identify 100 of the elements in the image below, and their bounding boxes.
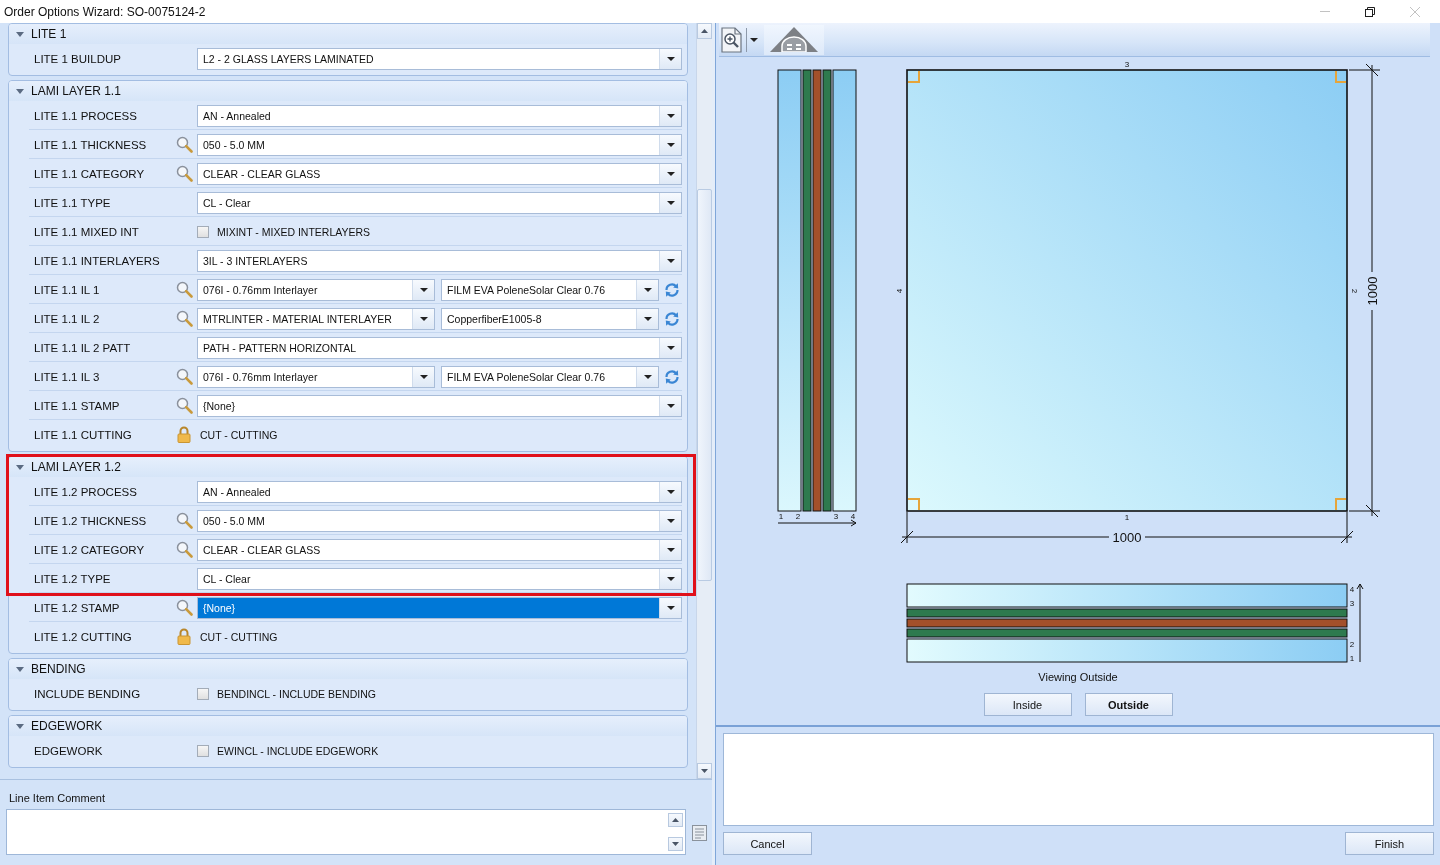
field-label: EDGEWORK: [33, 744, 104, 757]
dropdown[interactable]: AN - Annealed: [197, 104, 682, 127]
scroll-up-button[interactable]: [697, 23, 712, 39]
corner-bracket-icon: [1335, 498, 1347, 511]
dropdown[interactable]: AN - Annealed: [197, 480, 682, 503]
corner-bracket-icon: [1335, 70, 1347, 83]
dropdown[interactable]: 050 - 5.0 MM: [197, 133, 682, 156]
minimize-icon: [1319, 11, 1330, 12]
expand-triangle-icon[interactable]: [16, 88, 24, 94]
field-label: LITE 1.1 CATEGORY: [33, 167, 146, 180]
dropdown[interactable]: CLEAR - CLEAR GLASS: [197, 538, 682, 561]
expand-triangle-icon[interactable]: [16, 31, 24, 37]
surface-label: 1: [1349, 654, 1355, 663]
caret-down-icon: [666, 518, 675, 523]
field-label: LITE 1.2 CUTTING: [33, 630, 133, 643]
field-label: LITE 1.1 IL 1: [33, 283, 101, 296]
caret-down-icon: [643, 287, 652, 292]
scroll-down-button[interactable]: [668, 837, 683, 851]
restore-icon: [1364, 6, 1375, 17]
notes-box[interactable]: [723, 733, 1434, 826]
comment-field[interactable]: [6, 809, 686, 855]
scroll-up-button[interactable]: [668, 813, 683, 827]
group-title: LAMI LAYER 1.1: [31, 84, 121, 98]
close-icon: [1409, 6, 1420, 17]
field-label: LITE 1.1 THICKNESS: [33, 138, 148, 151]
refresh-icon[interactable]: [664, 368, 680, 385]
window-title: Order Options Wizard: SO-0075124-2: [3, 4, 206, 19]
dropdown[interactable]: CL - Clear: [197, 567, 682, 590]
expand-triangle-icon[interactable]: [16, 666, 24, 672]
dropdown[interactable]: PATH - PATTERN HORIZONTAL: [197, 336, 682, 359]
checkbox[interactable]: [197, 225, 209, 238]
search-icon[interactable]: [176, 281, 193, 298]
field-label: LITE 1.1 CUTTING: [33, 428, 133, 441]
group-title: EDGEWORK: [31, 719, 103, 733]
search-icon[interactable]: [176, 310, 193, 327]
caret-down-icon: [666, 576, 675, 581]
caret-down-icon: [666, 56, 675, 61]
field-label: LITE 1 BUILDUP: [33, 52, 122, 65]
view-mode-button[interactable]: [764, 24, 824, 55]
checkbox-label: BENDINCL - INCLUDE BENDING: [217, 687, 376, 700]
dropdown[interactable]: 076I - 0.76mm Interlayer: [197, 365, 435, 388]
search-icon[interactable]: [176, 512, 193, 529]
search-icon[interactable]: [176, 368, 193, 385]
dropdown[interactable]: {None}: [197, 394, 682, 417]
scroll-down-button[interactable]: [697, 763, 712, 779]
expand-triangle-icon[interactable]: [16, 723, 24, 729]
view-toggle-button[interactable]: Inside: [983, 693, 1072, 716]
checkbox-label: MIXINT - MIXED INTERLAYERS: [217, 225, 371, 238]
expand-triangle-icon[interactable]: [16, 464, 24, 470]
field-label: LITE 1.2 TYPE: [33, 572, 112, 585]
caret-down-icon: [643, 374, 652, 379]
footer-button[interactable]: Finish: [1345, 832, 1434, 855]
caret-down-icon: [643, 316, 652, 321]
dropdown[interactable]: CopperfiberE1005-8: [441, 307, 659, 330]
search-icon[interactable]: [176, 165, 193, 182]
refresh-icon[interactable]: [664, 281, 680, 298]
checkbox[interactable]: [197, 687, 209, 700]
dropdown[interactable]: FILM EVA PoleneSolar Clear 0.76: [441, 365, 659, 388]
search-icon[interactable]: [176, 541, 193, 558]
field-label: LITE 1.2 PROCESS: [33, 485, 138, 498]
document-lines-icon[interactable]: [692, 825, 707, 841]
dropdown[interactable]: {None}: [197, 596, 682, 619]
dropdown[interactable]: 050 - 5.0 MM: [197, 509, 682, 532]
group-title: LAMI LAYER 1.2: [31, 460, 121, 474]
zoom-button[interactable]: [719, 25, 758, 54]
caret-down-icon: [419, 374, 428, 379]
search-icon[interactable]: [176, 136, 193, 153]
dropdown[interactable]: L2 - 2 GLASS LAYERS LAMINATED: [197, 47, 682, 70]
dropdown[interactable]: CLEAR - CLEAR GLASS: [197, 162, 682, 185]
scrollbar[interactable]: [696, 23, 712, 779]
footer-button[interactable]: Cancel: [723, 832, 812, 855]
refresh-icon[interactable]: [664, 310, 680, 327]
search-icon[interactable]: [176, 599, 193, 616]
field-label: INCLUDE BENDING: [33, 687, 142, 700]
dropdown[interactable]: CL - Clear: [197, 191, 682, 214]
caret-down-icon: [666, 258, 675, 263]
field-label: LITE 1.2 THICKNESS: [33, 514, 148, 527]
field-value: CUT - CUTTING: [200, 630, 278, 643]
dropdown[interactable]: 3IL - 3 INTERLAYERS: [197, 249, 682, 272]
group-header[interactable]: LAMI LAYER 1.2: [9, 457, 687, 477]
view-toggle-button[interactable]: Outside: [1084, 693, 1173, 716]
group-header[interactable]: BENDING: [9, 659, 687, 679]
surface-label: 2: [1349, 640, 1355, 649]
caret-down-icon: [666, 171, 675, 176]
padlock-icon: [177, 426, 191, 443]
group-header[interactable]: LAMI LAYER 1.1: [9, 81, 687, 101]
edge-label: 3: [1124, 60, 1130, 69]
scroll-thumb[interactable]: [697, 189, 712, 581]
search-icon[interactable]: [176, 397, 193, 414]
dropdown[interactable]: 076I - 0.76mm Interlayer: [197, 278, 435, 301]
dropdown[interactable]: MTRLINTER - MATERIAL INTERLAYER: [197, 307, 435, 330]
edge-label: 1: [1124, 513, 1130, 522]
checkbox[interactable]: [197, 744, 209, 757]
caret-down-icon: [419, 316, 428, 321]
field-label: LITE 1.1 STAMP: [33, 399, 121, 412]
group-header[interactable]: LITE 1: [9, 24, 687, 44]
dropdown[interactable]: FILM EVA PoleneSolar Clear 0.76: [441, 278, 659, 301]
group-header[interactable]: EDGEWORK: [9, 716, 687, 736]
checkbox-label: EWINCL - INCLUDE EDGEWORK: [217, 744, 379, 757]
caret-down-icon: [672, 842, 679, 846]
